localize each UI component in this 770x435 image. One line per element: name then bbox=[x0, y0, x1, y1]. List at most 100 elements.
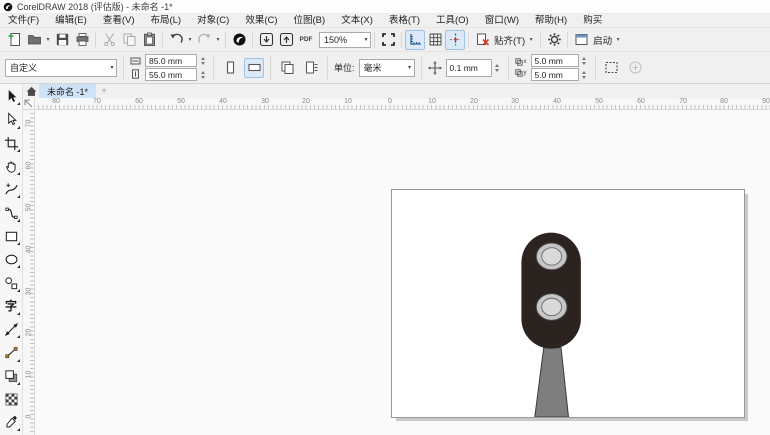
nudge-spinner[interactable] bbox=[493, 62, 502, 74]
new-document-button[interactable] bbox=[4, 30, 24, 50]
options-gear-button[interactable] bbox=[544, 30, 564, 50]
transparency-tool[interactable] bbox=[1, 388, 22, 411]
toolbar-separator bbox=[540, 31, 542, 48]
menu-item[interactable]: 效果(C) bbox=[237, 14, 285, 27]
page-preset-combo[interactable]: 自定义 ▾ bbox=[5, 58, 117, 77]
signal-light-lens-1[interactable] bbox=[541, 247, 563, 266]
page-width-spinner[interactable] bbox=[198, 55, 207, 67]
redo-button[interactable] bbox=[194, 30, 214, 50]
units-combo[interactable]: 毫米 ▾ bbox=[358, 58, 415, 77]
all-pages-button[interactable] bbox=[277, 58, 297, 78]
units-dropdown[interactable]: ▾ bbox=[406, 64, 414, 72]
undo-button[interactable] bbox=[166, 30, 186, 50]
cut-button[interactable] bbox=[99, 30, 119, 50]
shape-tool[interactable] bbox=[1, 108, 22, 131]
welcome-home-button[interactable] bbox=[23, 85, 39, 98]
duplicate-y-spinner[interactable] bbox=[580, 69, 589, 81]
text-tool[interactable]: 字 bbox=[1, 295, 22, 318]
drop-shadow-tool[interactable] bbox=[1, 365, 22, 388]
add-control-button[interactable] bbox=[626, 58, 646, 78]
dimension-tool[interactable] bbox=[1, 318, 22, 341]
toolbox: 字 bbox=[0, 84, 23, 435]
pan-tool[interactable] bbox=[1, 155, 22, 178]
menu-item[interactable]: 查看(V) bbox=[95, 14, 143, 27]
pick-tool[interactable] bbox=[1, 85, 22, 108]
menu-item[interactable]: 文件(F) bbox=[0, 14, 47, 27]
search-content-button[interactable] bbox=[229, 30, 249, 50]
hruler-number: 40 bbox=[553, 98, 561, 105]
redo-dropdown[interactable]: ▾ bbox=[214, 36, 222, 44]
page-preset-dropdown[interactable]: ▾ bbox=[108, 64, 116, 72]
page[interactable] bbox=[391, 189, 745, 418]
nudge-distance-field[interactable]: 0.1 mm bbox=[445, 58, 492, 77]
duplicate-x-field[interactable]: 5.0 mm bbox=[530, 54, 579, 67]
import-button[interactable] bbox=[256, 30, 276, 50]
menu-item[interactable]: 窗口(W) bbox=[477, 14, 527, 27]
crop-tool[interactable] bbox=[1, 132, 22, 155]
signal-light-lens-2[interactable] bbox=[541, 297, 563, 317]
menu-item[interactable]: 布局(L) bbox=[142, 14, 189, 27]
menu-item[interactable]: 文本(X) bbox=[333, 14, 381, 27]
signal-pole[interactable] bbox=[534, 347, 569, 417]
menu-item[interactable]: 帮助(H) bbox=[527, 14, 575, 27]
ruler-origin-button[interactable] bbox=[23, 98, 35, 110]
document-tab-active[interactable]: 未命名 -1* bbox=[39, 84, 97, 98]
vruler-number: 50 bbox=[25, 203, 33, 212]
vertical-ruler[interactable]: 70 60 50 40 30 20 10 0 bbox=[23, 110, 35, 435]
fullscreen-preview-button[interactable] bbox=[378, 30, 398, 50]
menu-item[interactable]: 编辑(E) bbox=[47, 14, 95, 27]
drawing-canvas[interactable] bbox=[35, 110, 770, 435]
vruler-number: 10 bbox=[25, 370, 33, 379]
save-button[interactable] bbox=[52, 30, 72, 50]
page-width-field[interactable]: 85.0 mm bbox=[145, 54, 197, 67]
page-height-field[interactable]: 55.0 mm bbox=[145, 68, 197, 81]
units-value: 毫米 bbox=[363, 63, 382, 73]
page-height-value: 55.0 mm bbox=[149, 69, 183, 80]
zoom-level-dropdown[interactable]: ▾ bbox=[362, 36, 370, 44]
menu-item[interactable]: 位图(B) bbox=[286, 14, 334, 27]
rectangle-tool[interactable] bbox=[1, 225, 22, 248]
hruler-number: 50 bbox=[177, 98, 185, 105]
page-height-spinner[interactable] bbox=[198, 69, 207, 81]
bspline-tool[interactable] bbox=[1, 201, 22, 224]
snap-to-button[interactable]: 贴齐(T) ▾ bbox=[492, 30, 537, 50]
copy-button[interactable] bbox=[119, 30, 139, 50]
new-document-tab-button[interactable]: + bbox=[96, 86, 112, 97]
hruler-number: 30 bbox=[511, 98, 519, 105]
menu-item[interactable]: 购买 bbox=[575, 14, 610, 27]
duplicate-x-spinner[interactable] bbox=[580, 55, 589, 67]
undo-dropdown[interactable]: ▾ bbox=[186, 36, 194, 44]
landscape-button[interactable] bbox=[244, 57, 264, 78]
publish-pdf-button[interactable]: PDF bbox=[296, 30, 316, 50]
current-page-button[interactable] bbox=[301, 58, 321, 78]
open-button[interactable] bbox=[24, 30, 44, 50]
menu-item[interactable]: 工具(O) bbox=[428, 14, 477, 27]
treat-as-filled-toggle[interactable] bbox=[602, 58, 622, 78]
snap-to-dropdown[interactable]: ▾ bbox=[527, 36, 535, 44]
show-grid-toggle[interactable] bbox=[425, 30, 445, 50]
launch-app-icon[interactable] bbox=[571, 30, 591, 50]
paste-button[interactable] bbox=[139, 30, 159, 50]
export-button[interactable] bbox=[276, 30, 296, 50]
zoom-level-combo[interactable]: 150% ▾ bbox=[319, 31, 371, 48]
hruler-number: 60 bbox=[135, 98, 143, 105]
menu-item[interactable]: 对象(C) bbox=[189, 14, 237, 27]
freehand-tool[interactable] bbox=[1, 178, 22, 201]
ellipse-tool[interactable] bbox=[1, 248, 22, 271]
print-button[interactable] bbox=[72, 30, 92, 50]
connector-tool[interactable] bbox=[1, 341, 22, 364]
duplicate-y-field[interactable]: 5.0 mm bbox=[530, 68, 579, 81]
launch-button[interactable]: 启动 ▾ bbox=[591, 30, 624, 50]
open-dropdown[interactable]: ▾ bbox=[44, 36, 52, 44]
menu-item[interactable]: 表格(T) bbox=[381, 14, 428, 27]
horizontal-ruler[interactable]: 80 70 60 50 40 30 20 10 0 10 20 30 40 50 60 70 80 90 bbox=[35, 98, 770, 110]
show-guidelines-toggle[interactable] bbox=[445, 29, 465, 50]
portrait-button[interactable] bbox=[220, 58, 240, 78]
eyedropper-tool[interactable] bbox=[1, 411, 22, 434]
duplicate-x-value: 5.0 mm bbox=[534, 55, 563, 66]
propbar-separator bbox=[213, 55, 214, 80]
common-shapes-tool[interactable] bbox=[1, 271, 22, 294]
snap-off-button[interactable] bbox=[472, 30, 492, 50]
launch-dropdown[interactable]: ▾ bbox=[614, 36, 622, 44]
show-rulers-toggle[interactable] bbox=[405, 29, 425, 50]
